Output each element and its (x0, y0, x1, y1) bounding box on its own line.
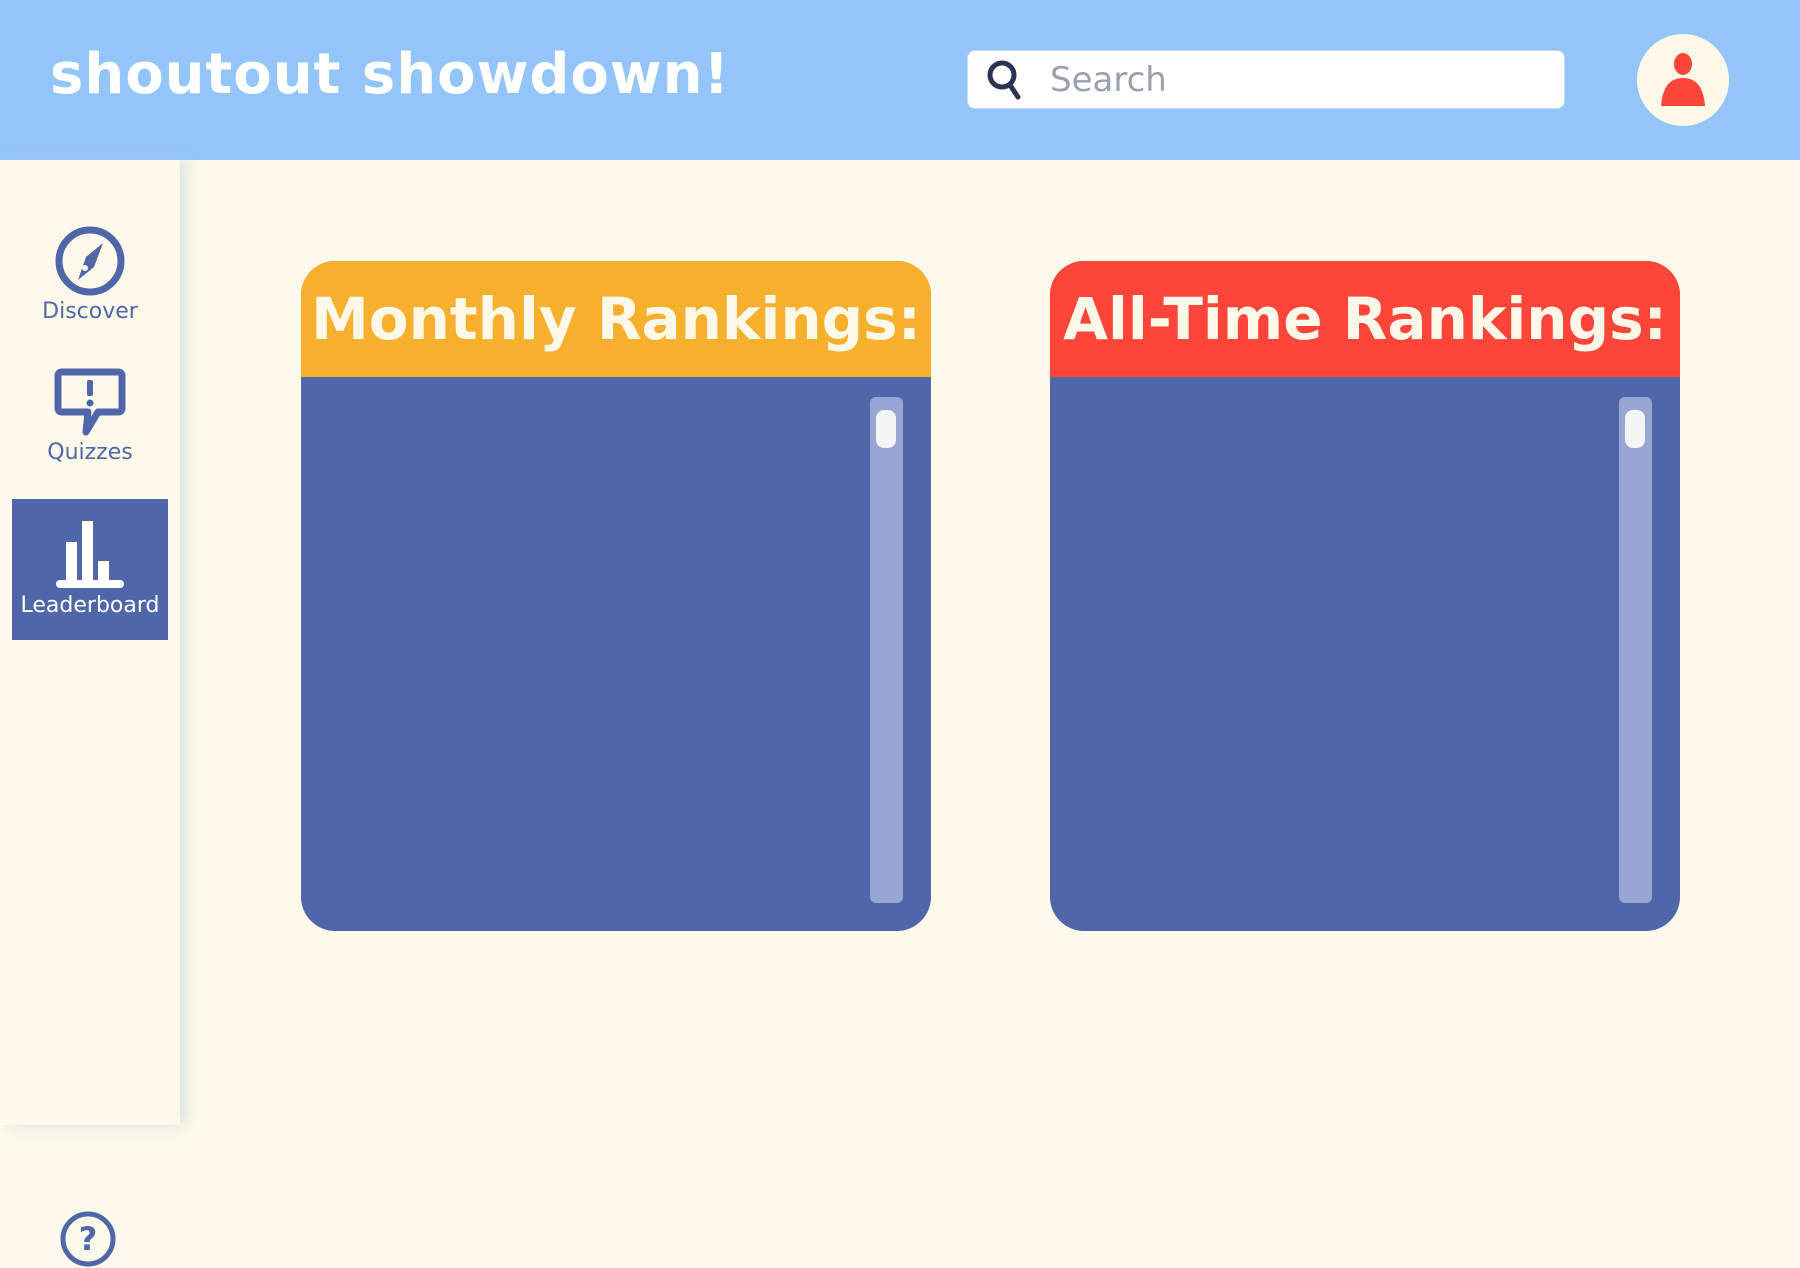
scrollbar[interactable] (870, 397, 903, 903)
sidebar-item-label: Leaderboard (20, 593, 160, 618)
top-bar: shoutout showdown! (0, 0, 1800, 160)
scrollbar-thumb[interactable] (1625, 410, 1645, 448)
sidebar-item-label: Quizzes (47, 440, 133, 465)
sidebar-item-leaderboard[interactable]: Leaderboard (12, 499, 168, 640)
compass-icon (55, 226, 125, 296)
panel-title: Monthly Rankings: (301, 261, 931, 377)
speech-bubble-exclamation-icon (54, 368, 126, 436)
bar-chart-icon (56, 521, 124, 588)
all-time-rankings-panel: All-Time Rankings: (1050, 261, 1680, 931)
user-icon (1661, 53, 1705, 106)
help-icon[interactable]: ? (59, 1210, 117, 1268)
panel-title: All-Time Rankings: (1050, 261, 1680, 377)
scrollbar-thumb[interactable] (876, 410, 896, 448)
scrollbar[interactable] (1619, 397, 1652, 903)
user-avatar-button[interactable] (1637, 34, 1729, 126)
sidebar-item-discover[interactable]: Discover (12, 225, 168, 330)
monthly-rankings-panel: Monthly Rankings: (301, 261, 931, 931)
app-title: shoutout showdown! (50, 42, 731, 107)
search-icon (987, 60, 1021, 99)
sidebar: Discover Quizzes Leaderboard ? (0, 160, 180, 1267)
search-input[interactable] (1050, 59, 1530, 100)
sidebar-item-quizzes[interactable]: Quizzes (12, 368, 168, 478)
svg-text:?: ? (79, 1220, 98, 1258)
sidebar-item-label: Discover (42, 299, 138, 324)
search-bar[interactable] (967, 50, 1565, 109)
